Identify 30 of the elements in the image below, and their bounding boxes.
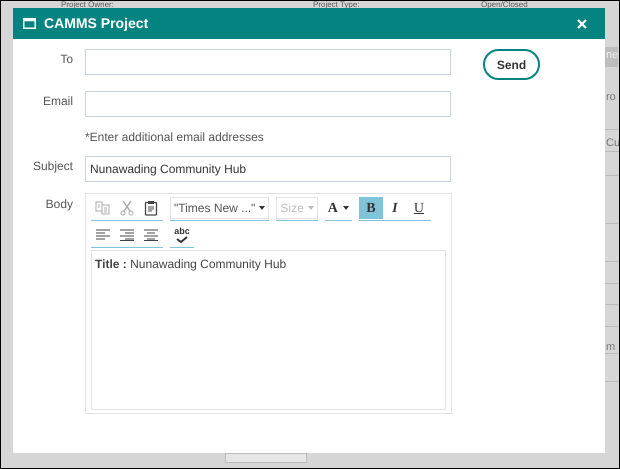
editor-area[interactable]: Title : Nunawading Community Hub bbox=[91, 250, 446, 410]
italic-button[interactable]: I bbox=[382, 197, 407, 219]
checkmark-icon bbox=[176, 236, 188, 243]
font-color-button[interactable]: A bbox=[324, 197, 352, 219]
background-text: Cu bbox=[605, 136, 619, 151]
window-icon bbox=[23, 18, 36, 29]
background-text: ro bbox=[605, 90, 616, 105]
field-label: To bbox=[59, 51, 73, 68]
caret-icon bbox=[308, 206, 314, 210]
input-field[interactable] bbox=[85, 49, 451, 75]
close-icon[interactable] bbox=[575, 16, 589, 30]
hint-text: *Enter additional email addresses bbox=[85, 129, 265, 146]
dialog-title: CAMMS Project bbox=[44, 14, 148, 33]
underline-button[interactable]: U bbox=[406, 197, 431, 219]
field-label: Email bbox=[42, 93, 73, 110]
field-label: Body bbox=[44, 196, 73, 213]
background-text: m bbox=[605, 340, 616, 355]
column-label: Open/Closed bbox=[481, 1, 528, 8]
caret-icon bbox=[342, 206, 349, 210]
input-field[interactable]: Nunawading Community Hub bbox=[85, 156, 451, 182]
spellcheck-button[interactable]: abc bbox=[170, 224, 194, 246]
bold-button[interactable]: B bbox=[358, 197, 383, 219]
caret-icon bbox=[259, 206, 266, 210]
send-button[interactable]: Send bbox=[483, 49, 540, 80]
column-label: Project Type: bbox=[313, 1, 360, 8]
font-dropdown[interactable]: "Times New ..." bbox=[170, 197, 270, 219]
column-label: Project Owner: bbox=[61, 1, 114, 8]
field-label: Subject bbox=[32, 158, 73, 175]
input-field[interactable] bbox=[85, 91, 451, 117]
body-text: Title : Nunawading Community Hub bbox=[95, 256, 288, 273]
